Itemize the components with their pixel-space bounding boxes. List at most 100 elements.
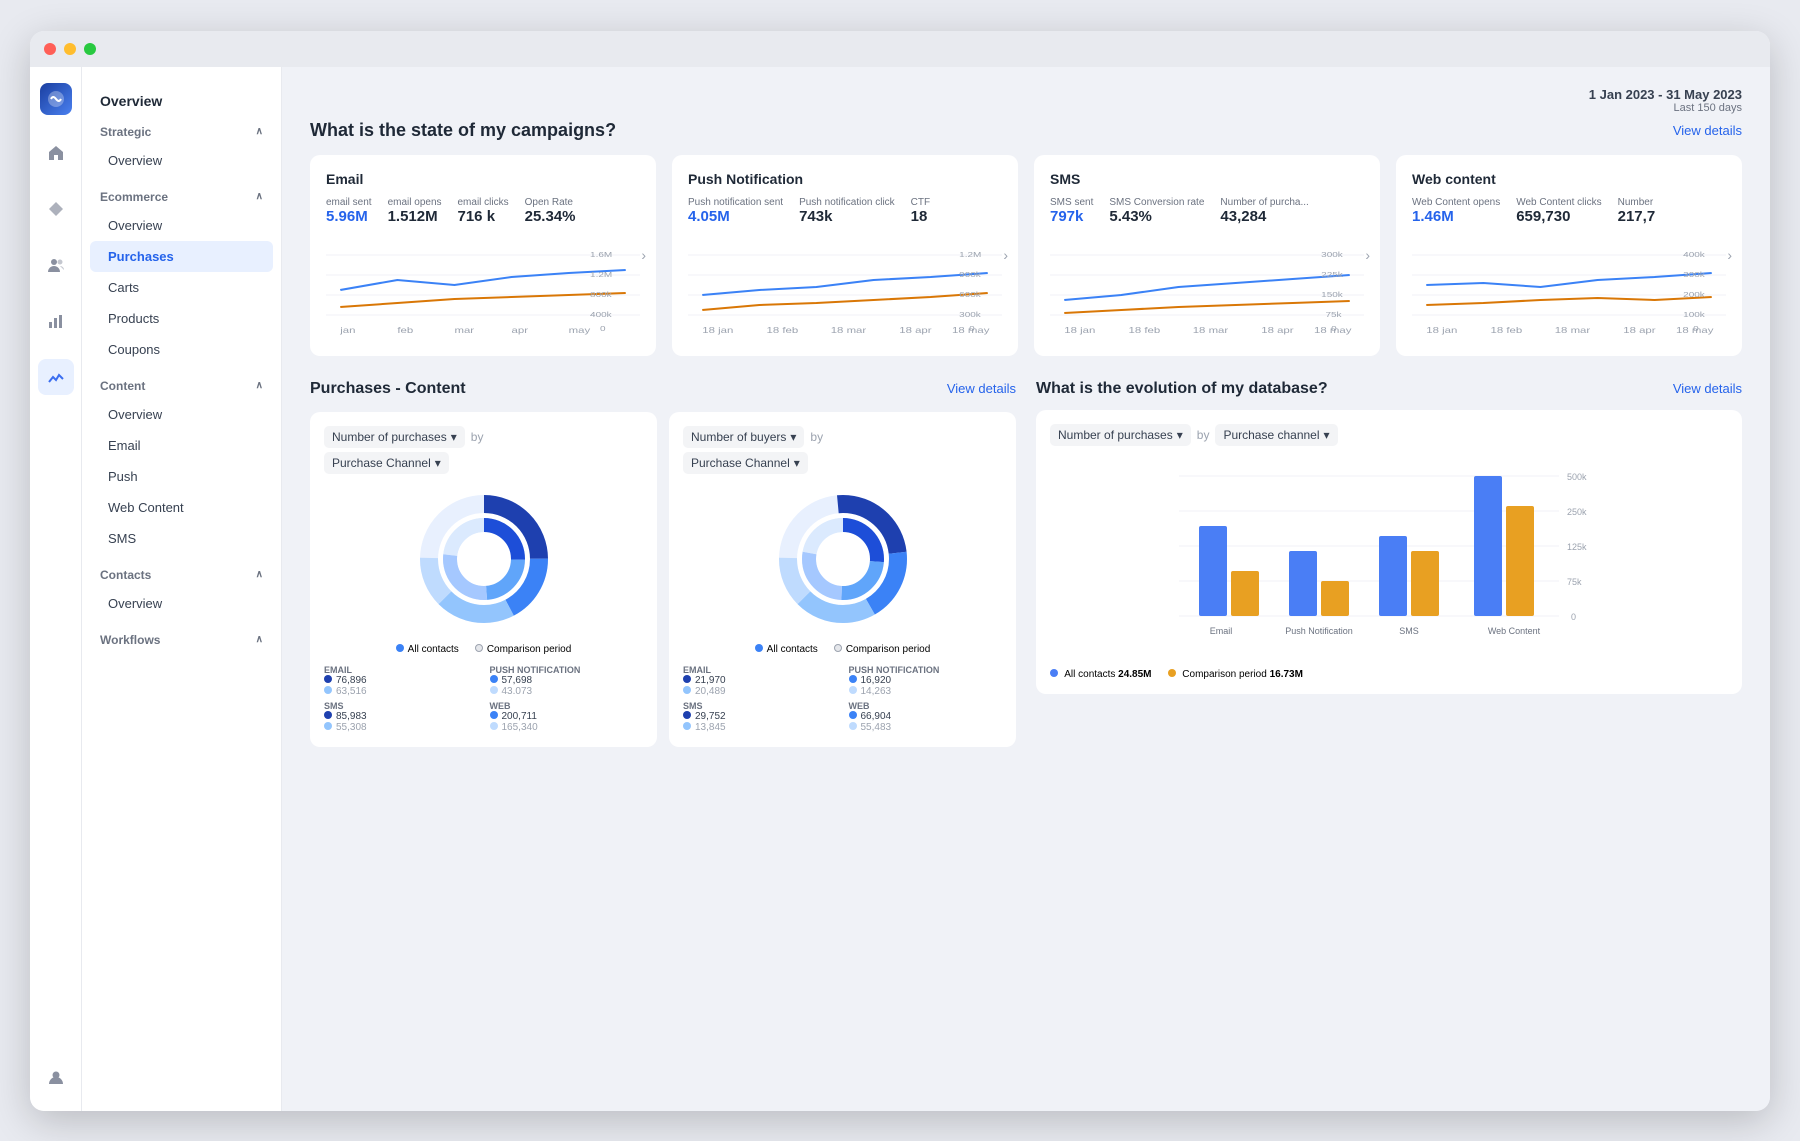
email-openrate-label: Open Rate [525, 197, 576, 208]
sidebar-item-purchases[interactable]: Purchases [90, 241, 273, 272]
web-clicks-value: 659,730 [1516, 208, 1601, 225]
chart2-stat-sms-channel: SMS [683, 701, 837, 711]
chart1-metric-dropdown[interactable]: Number of purchases ▾ [324, 426, 465, 448]
sms-card-chevron[interactable]: › [1365, 247, 1370, 263]
chart1-legend-all: All contacts [408, 644, 459, 655]
user-icon[interactable] [38, 1059, 74, 1095]
chart1-by-label: by [471, 430, 484, 444]
purchases-section-title: Purchases - Content [310, 380, 466, 398]
sidebar-item-ecommerce-overview[interactable]: Overview [90, 210, 273, 241]
chart1-legend: All contacts Comparison period [324, 644, 643, 655]
sidebar-item-web-content[interactable]: Web Content [90, 492, 273, 523]
db-dim-label: Purchase channel [1223, 428, 1319, 442]
campaigns-view-details[interactable]: View details [1673, 123, 1742, 138]
chart2-metric-chevron: ▾ [790, 430, 796, 444]
campaign-card-webcontent: Web content Web Content opens 1.46M Web … [1396, 155, 1742, 356]
db-legend-all-value: 24.85M [1118, 669, 1151, 680]
svg-text:125k: 125k [1567, 542, 1587, 552]
webcontent-card-chevron[interactable]: › [1727, 247, 1732, 263]
sidebar-item-content-overview[interactable]: Overview [90, 399, 273, 430]
sidebar-item-products[interactable]: Products [90, 303, 273, 334]
chart1-stat-web-channel: WEB [490, 701, 644, 711]
db-filter-row: Number of purchases ▾ by Purchase channe… [1050, 424, 1728, 446]
sidebar-item-contacts-overview[interactable]: Overview [90, 588, 273, 619]
email-sent-value: 5.96M [326, 208, 372, 225]
svg-text:mar: mar [454, 326, 474, 334]
chart1-stat-web-v2: 165,340 [502, 722, 538, 733]
sidebar-item-strategic-overview[interactable]: Overview [90, 145, 273, 176]
push-card-chevron[interactable]: › [1003, 247, 1008, 263]
webcontent-card-title: Web content [1412, 171, 1726, 187]
push-sent-label: Push notification sent [688, 197, 783, 208]
sidebar-item-email[interactable]: Email [90, 430, 273, 461]
db-metric-chevron: ▾ [1177, 428, 1183, 442]
svg-text:18 jan: 18 jan [702, 326, 733, 334]
purchases-chart-panels: Number of purchases ▾ by Purchase Channe… [310, 412, 1016, 747]
svg-text:18 mar: 18 mar [1555, 326, 1591, 334]
home-icon[interactable] [38, 135, 74, 171]
database-chart-wrapper: Number of purchases ▾ by Purchase channe… [1036, 410, 1742, 694]
email-card-chevron[interactable]: › [641, 247, 646, 263]
chart1-stat-sms-v2: 55,308 [336, 722, 367, 733]
chart2-metric-label: Number of buyers [691, 430, 786, 444]
svg-text:Web Content: Web Content [1488, 626, 1541, 636]
analytics-icon[interactable] [38, 359, 74, 395]
svg-text:1.6M: 1.6M [590, 250, 612, 258]
campaign-card-sms: SMS SMS sent 797k SMS Conversion rate 5.… [1034, 155, 1380, 356]
svg-text:100k: 100k [1683, 310, 1705, 318]
minimize-dot[interactable] [64, 43, 76, 55]
diamond-icon[interactable] [38, 191, 74, 227]
chart1-stat-web-v1: 200,711 [502, 711, 537, 722]
svg-text:1.2M: 1.2M [959, 250, 981, 258]
sidebar-item-push[interactable]: Push [90, 461, 273, 492]
icon-bar [30, 67, 82, 1111]
title-bar [30, 31, 1770, 67]
db-metric-dropdown[interactable]: Number of purchases ▾ [1050, 424, 1191, 446]
maximize-dot[interactable] [84, 43, 96, 55]
db-dim-dropdown[interactable]: Purchase channel ▾ [1215, 424, 1337, 446]
chart2-dim-dropdown[interactable]: Purchase Channel ▾ [683, 452, 808, 474]
chart2-stat-email-v2: 20,489 [695, 686, 726, 697]
sidebar-item-sms[interactable]: SMS [90, 523, 273, 554]
svg-text:Push Notification: Push Notification [1285, 626, 1353, 636]
svg-text:1.2M: 1.2M [590, 270, 612, 278]
push-card-title: Push Notification [688, 171, 1002, 187]
sidebar-item-coupons[interactable]: Coupons [90, 334, 273, 365]
sidebar: Overview Strategic ∧ Overview Ecommerce … [82, 67, 282, 1111]
campaign-card-email: Email email sent 5.96M email opens 1.512… [310, 155, 656, 356]
main-header: 1 Jan 2023 - 31 May 2023 Last 150 days [310, 87, 1742, 114]
sidebar-item-overview-top[interactable]: Overview [82, 83, 281, 119]
web-number-label: Number [1618, 197, 1656, 208]
purchases-section-header: Purchases - Content View details [310, 380, 1016, 398]
database-section-title: What is the evolution of my database? [1036, 380, 1328, 398]
chart2-metric-dropdown[interactable]: Number of buyers ▾ [683, 426, 804, 448]
chart1-stat-sms-channel: SMS [324, 701, 478, 711]
svg-text:250k: 250k [1567, 507, 1587, 517]
svg-text:225k: 225k [1321, 270, 1343, 278]
people-icon[interactable] [38, 247, 74, 283]
svg-text:400k: 400k [1683, 250, 1705, 258]
purchases-chart-panel-2: Number of buyers ▾ by Purchase Channel ▾ [669, 412, 1016, 747]
close-dot[interactable] [44, 43, 56, 55]
chart-icon[interactable] [38, 303, 74, 339]
chart2-stat-email-v1: 21,970 [695, 675, 726, 686]
chart2-dim-chevron: ▾ [794, 456, 800, 470]
sparkle-icon[interactable] [38, 415, 74, 451]
chart1-dim-dropdown[interactable]: Purchase Channel ▾ [324, 452, 449, 474]
date-range: 1 Jan 2023 - 31 May 2023 Last 150 days [1589, 87, 1742, 114]
web-number-value: 217,7 [1618, 208, 1656, 225]
svg-text:300k: 300k [959, 310, 981, 318]
sidebar-section-workflows: Workflows ∧ [82, 627, 281, 653]
database-view-details[interactable]: View details [1673, 381, 1742, 396]
sidebar-section-content: Content ∧ [82, 373, 281, 399]
sidebar-item-carts[interactable]: Carts [90, 272, 273, 303]
chart1-metric-label: Number of purchases [332, 430, 447, 444]
svg-text:18 jan: 18 jan [1064, 326, 1095, 334]
svg-text:150k: 150k [1321, 290, 1343, 298]
sidebar-section-ecommerce: Ecommerce ∧ [82, 184, 281, 210]
purchases-view-details[interactable]: View details [947, 381, 1016, 396]
db-dim-chevron: ▾ [1324, 428, 1330, 442]
svg-text:18 feb: 18 feb [1129, 326, 1161, 334]
email-clicks-value: 716 k [458, 208, 509, 225]
sidebar-section-strategic: Strategic ∧ [82, 119, 281, 145]
